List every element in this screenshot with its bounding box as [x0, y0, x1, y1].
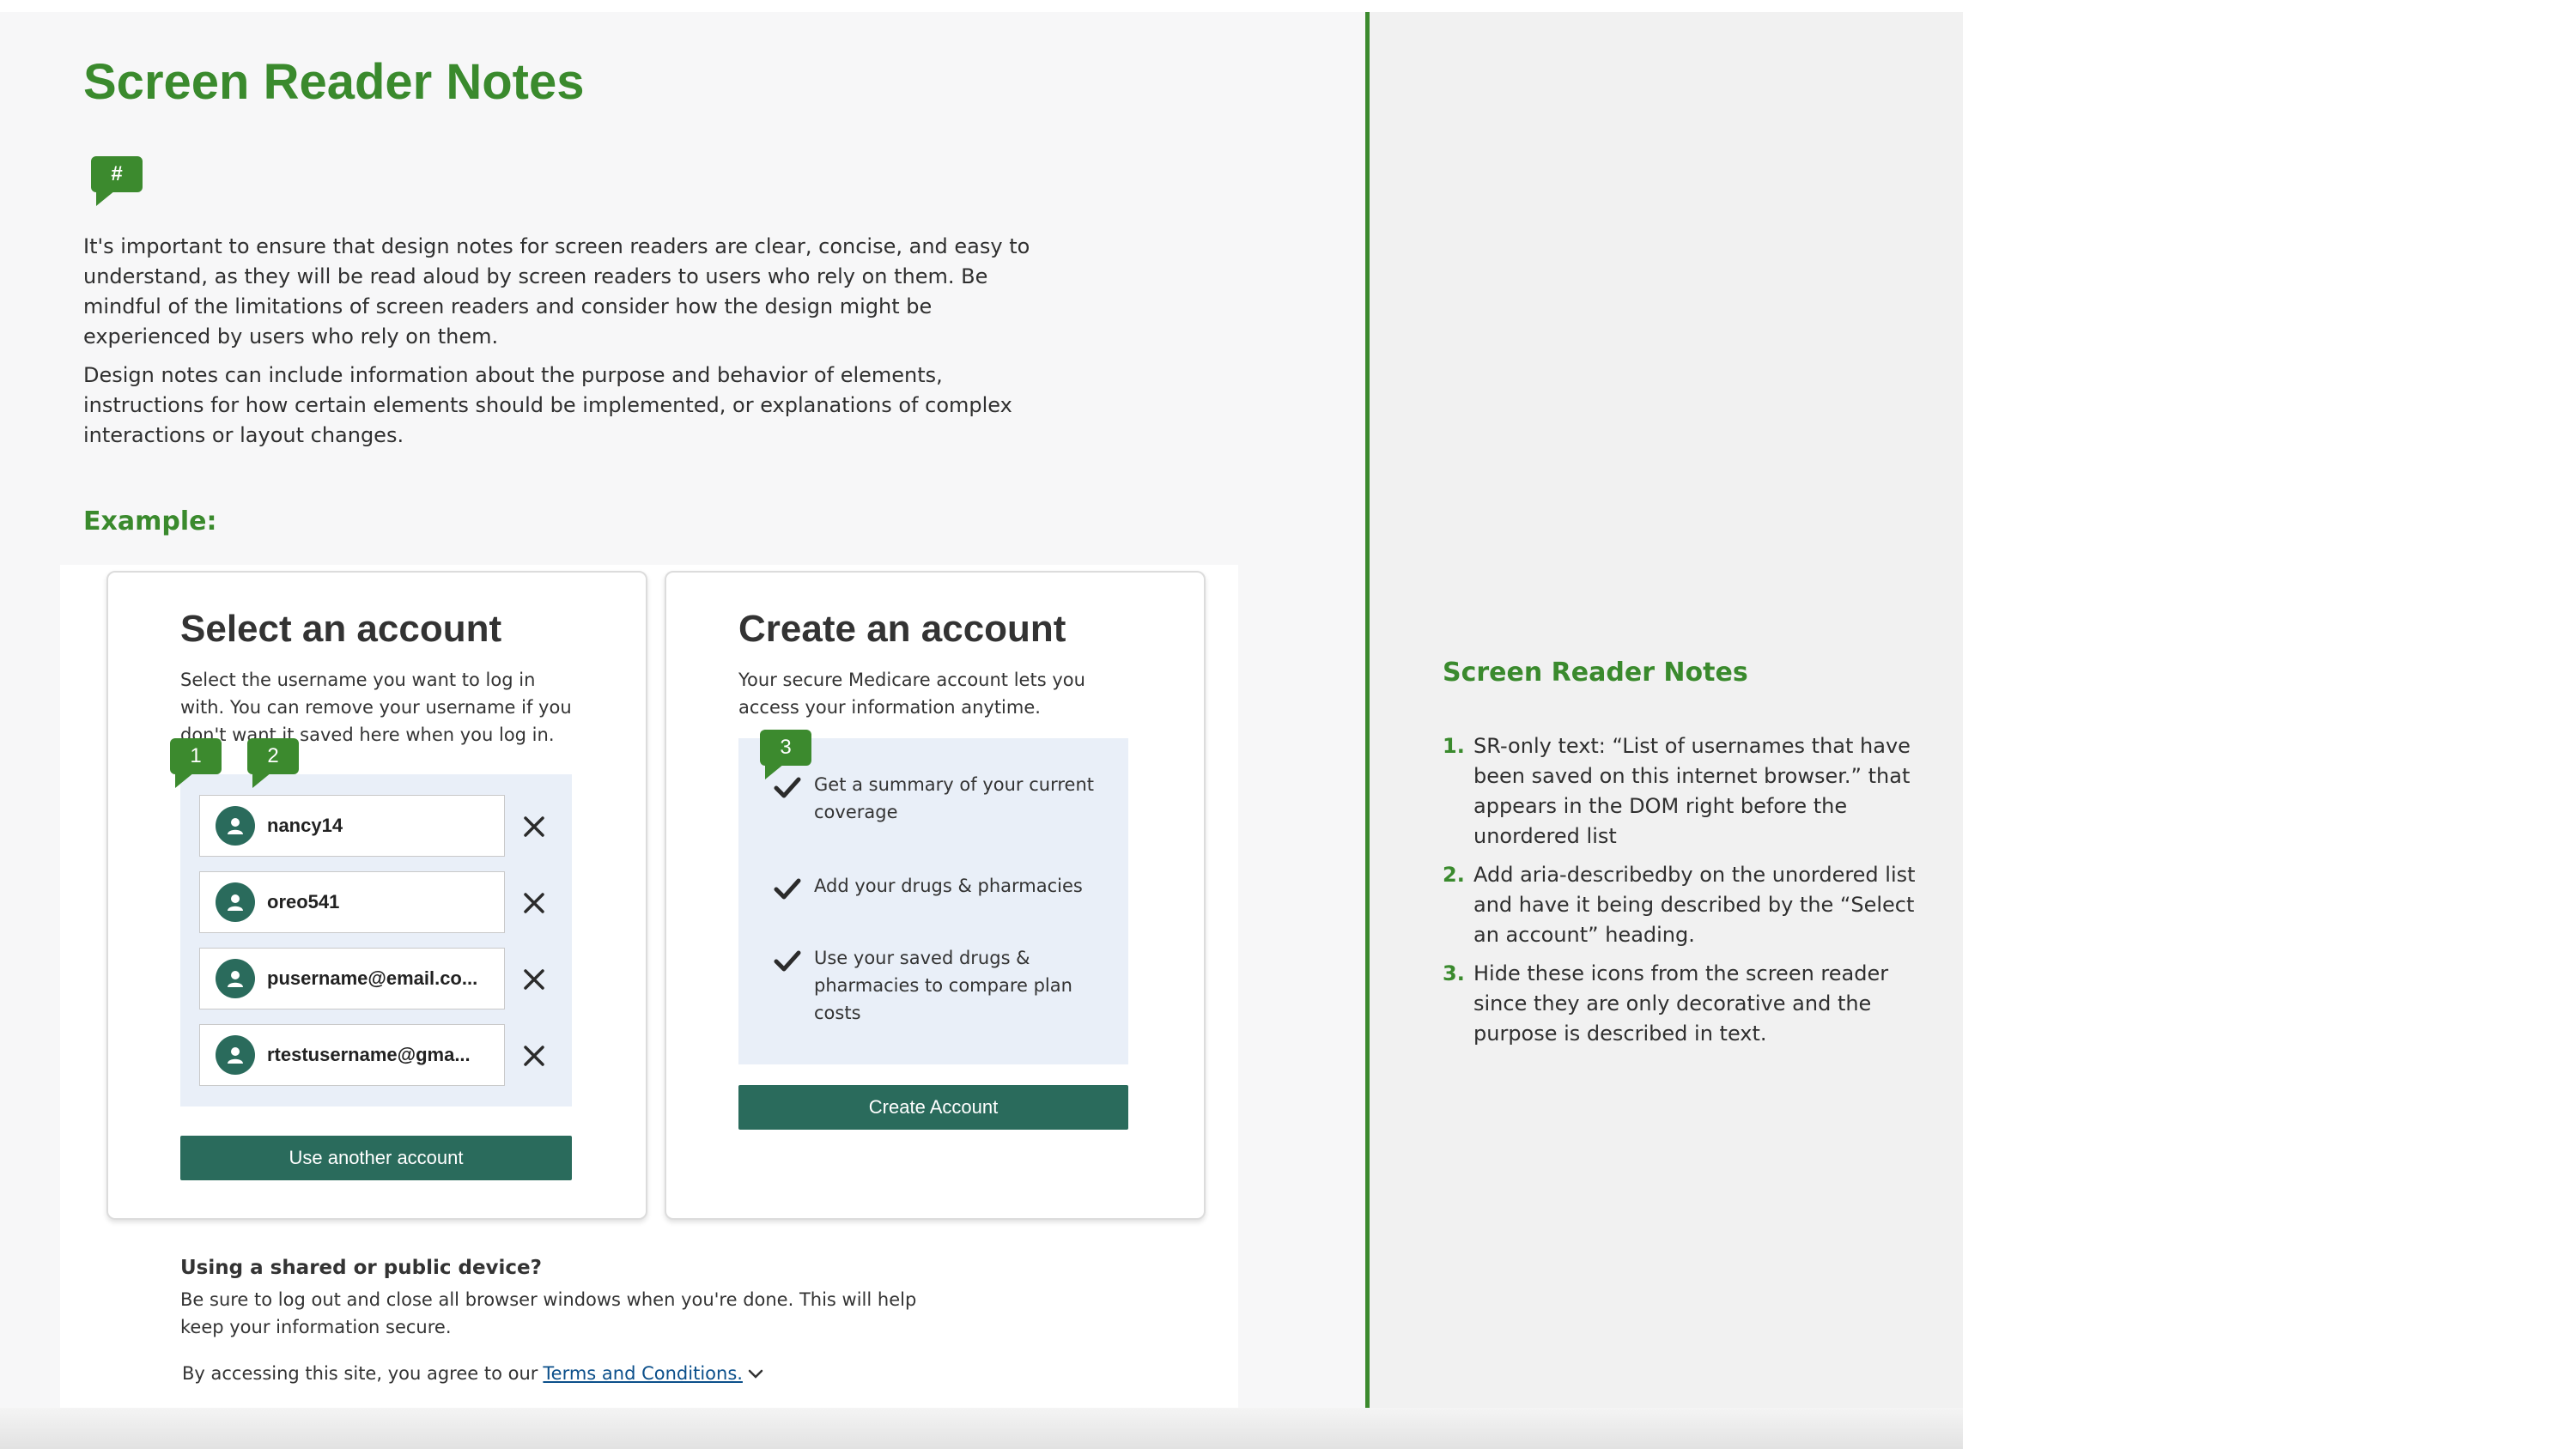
list-item: Add your drugs & pharmacies: [773, 872, 1099, 903]
note-text: Add aria-describedby on the unordered li…: [1473, 863, 1916, 947]
username-item[interactable]: nancy14: [199, 795, 505, 857]
notes-panel: [1370, 12, 1963, 1449]
list-item: Use your saved drugs & pharmacies to com…: [773, 944, 1099, 1027]
feature-text: Use your saved drugs & pharmacies to com…: [814, 948, 1072, 1023]
feature-text: Add your drugs & pharmacies: [814, 876, 1083, 896]
annotation-marker-2: 2: [247, 738, 299, 788]
create-account-title: Create an account: [738, 608, 1066, 650]
intro-paragraph: Design notes can include information abo…: [83, 363, 1012, 447]
close-icon[interactable]: [519, 888, 550, 919]
create-account-button[interactable]: Create Account: [738, 1085, 1128, 1130]
username-label: rtestusername@gma...: [267, 1044, 471, 1065]
terms-prefix: By accessing this site, you agree to our: [182, 1363, 538, 1384]
list-item: Get a summary of your current coverage: [773, 771, 1099, 826]
checkmark-icon: [773, 874, 802, 903]
user-avatar-icon: [216, 1035, 255, 1075]
create-account-description: Your secure Medicare account lets you ac…: [738, 670, 1085, 718]
username-item[interactable]: pusername@email.co...: [199, 948, 505, 1009]
note-text: Hide these icons from the screen reader …: [1473, 961, 1889, 1046]
feature-text: Get a summary of your current coverage: [814, 774, 1094, 822]
user-avatar-icon: [216, 882, 255, 922]
note-number: 2.: [1443, 863, 1465, 887]
username-label: oreo541: [267, 891, 340, 912]
username-item[interactable]: oreo541: [199, 871, 505, 933]
shared-device-heading: Using a shared or public device?: [180, 1257, 542, 1279]
notes-title: Screen Reader Notes: [1443, 658, 1748, 688]
example-label: Example:: [83, 506, 217, 537]
select-account-title: Select an account: [180, 608, 502, 650]
bottom-shade: [0, 1408, 1963, 1449]
note-item: 1. SR-only text: “List of usernames that…: [1443, 731, 1923, 852]
hash-marker-icon: #: [91, 156, 143, 206]
user-avatar-icon: [216, 806, 255, 846]
username-label: nancy14: [267, 815, 343, 836]
note-text: SR-only text: “List of usernames that ha…: [1473, 734, 1911, 848]
intro-text: It's important to ensure that design not…: [83, 232, 1062, 459]
note-item: 2. Add aria-describedby on the unordered…: [1443, 860, 1923, 950]
close-icon[interactable]: [519, 811, 550, 842]
note-number: 3.: [1443, 961, 1465, 985]
annotation-marker-1: 1: [170, 738, 222, 788]
username-label: pusername@email.co...: [267, 967, 478, 989]
select-account-description: Select the username you want to log in w…: [180, 670, 572, 745]
shared-device-text: Be sure to log out and close all browser…: [180, 1289, 917, 1337]
username-item[interactable]: rtestusername@gma...: [199, 1024, 505, 1086]
note-item: 3. Hide these icons from the screen read…: [1443, 959, 1923, 1049]
page-title: Screen Reader Notes: [83, 54, 585, 110]
terms-link[interactable]: Terms and Conditions.: [543, 1363, 743, 1384]
notes-list: 1. SR-only text: “List of usernames that…: [1443, 731, 1923, 1058]
annotation-marker-3: 3: [760, 730, 811, 779]
chevron-down-icon[interactable]: [748, 1363, 763, 1384]
user-avatar-icon: [216, 959, 255, 998]
top-strip: [0, 0, 1963, 12]
intro-paragraph: It's important to ensure that design not…: [83, 234, 1030, 349]
use-another-account-button[interactable]: Use another account: [180, 1136, 572, 1180]
close-icon[interactable]: [519, 964, 550, 995]
terms-line: By accessing this site, you agree to our…: [182, 1363, 763, 1384]
note-number: 1.: [1443, 734, 1465, 758]
checkmark-icon: [773, 946, 802, 975]
close-icon[interactable]: [519, 1040, 550, 1071]
